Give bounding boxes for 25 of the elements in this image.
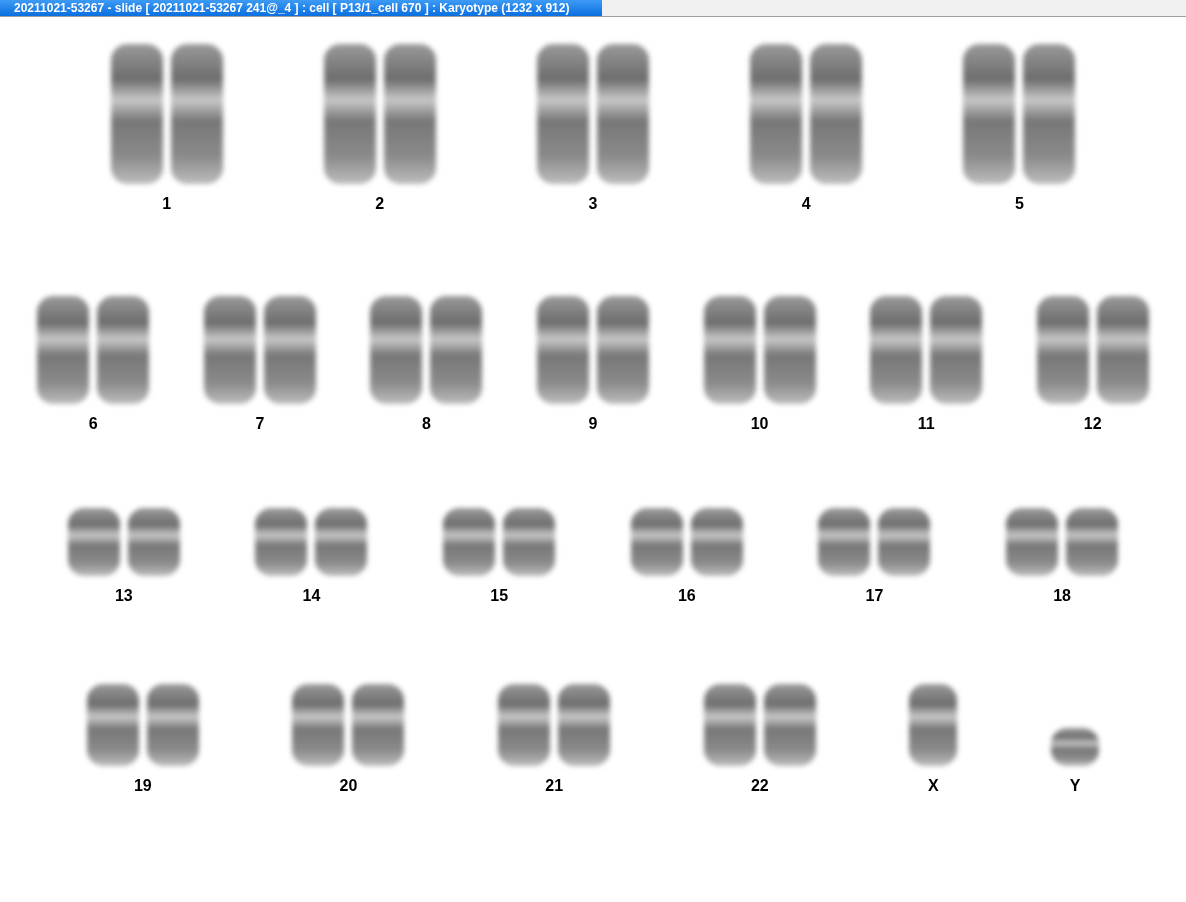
chromosome-label: 16: [677, 587, 696, 605]
chromosome-label: 9: [588, 415, 598, 433]
chromosome-label: 2: [375, 195, 385, 213]
chromosome-label: 14: [302, 587, 321, 605]
chromosome-label: 4: [801, 195, 811, 213]
chromosome-label: 7: [255, 415, 265, 433]
chromosome-label: 12: [1083, 415, 1102, 433]
chromosome-label: 1: [162, 195, 172, 213]
chromosome-label: 3: [588, 195, 598, 213]
chromosome-label: 13: [114, 587, 133, 605]
chromosome-label: 19: [133, 777, 152, 795]
chromosome-label: Y: [1069, 777, 1081, 795]
chromosome-label: 8: [421, 415, 431, 433]
chromosome-label: 20: [339, 777, 358, 795]
chromosome-label: 18: [1053, 587, 1071, 605]
chromosome-label: 5: [1014, 195, 1024, 213]
chromosome-label: 10: [750, 415, 769, 433]
chromosome-label: 11: [917, 415, 935, 433]
window-title: 20211021-53267 - slide [ 20211021-53267 241@_4 ] : cell [ P13/1_cell 670 ] : Karyotype (1232 x 912): [0, 0, 602, 16]
chromosome-label: 15: [490, 587, 509, 605]
chromosome-label: 22: [750, 777, 769, 795]
chromosome-label: 21: [545, 777, 564, 795]
chromosome-label: 17: [865, 587, 884, 605]
chromosome-label: X: [928, 777, 939, 795]
chromosome-label: 6: [88, 415, 98, 433]
